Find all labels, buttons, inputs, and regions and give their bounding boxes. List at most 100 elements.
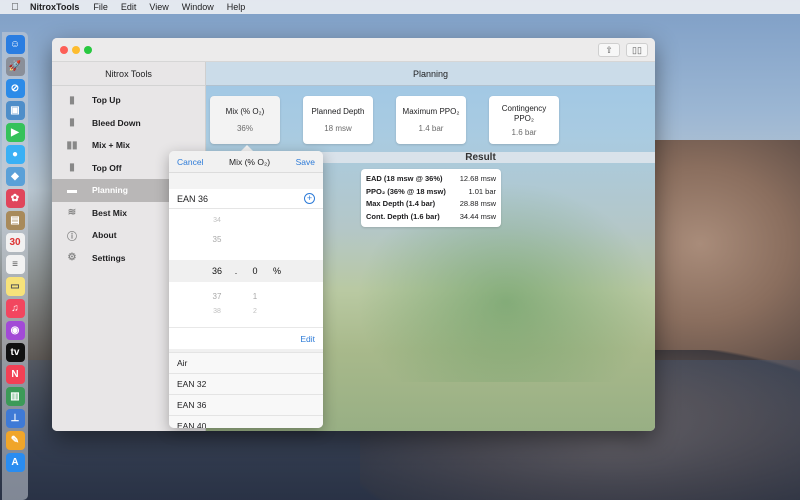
apple-icon[interactable]:  [0, 2, 30, 13]
sidebar-toggle-button[interactable]: ▯▯ [626, 43, 648, 57]
result-key: Max Depth (1.4 bar) [366, 199, 436, 208]
maximum-ppo2-card[interactable]: Maximum PPO₂ 1.4 bar [396, 96, 466, 144]
contingency-ppo2-card[interactable]: Contingency PPO₂ 1.6 bar [489, 96, 559, 144]
card-value: 18 msw [324, 124, 352, 133]
popover-header: Cancel Mix (% O₂) Save [169, 151, 323, 173]
popover-title: Mix (% O₂) [229, 156, 271, 167]
sidebar-item-label: Best Mix [92, 207, 127, 218]
preset-item-ean36[interactable]: EAN 36 [169, 394, 323, 415]
picker-selection [169, 260, 323, 282]
card-value: 1.4 bar [418, 124, 444, 133]
photos-icon[interactable]: ✿ [5, 189, 25, 208]
sidebar-item-label: Planning [92, 185, 128, 196]
planned-depth-card[interactable]: Planned Depth 18 msw [303, 96, 373, 144]
mix-picker[interactable]: 34 35 36 . 0 % 37 1 38 2 [169, 209, 323, 327]
share-button[interactable]: ⇧ [598, 43, 620, 57]
menu-file[interactable]: File [93, 2, 108, 12]
pages-icon[interactable]: ✎ [5, 431, 25, 450]
menu-edit[interactable]: Edit [121, 2, 137, 12]
tv-icon[interactable]: tv [5, 343, 25, 362]
mix-name-field[interactable]: EAN 36 + [169, 189, 323, 209]
mix-card[interactable]: Mix (% O₂) 36% [210, 96, 280, 144]
sidebar-item-top-up[interactable]: ▮ Top Up [52, 89, 205, 112]
tank-icon: ▮ [69, 117, 75, 129]
app-window: ⇧ ▯▯ Nitrox Tools ▮ Top Up ▮ Bleed Down … [52, 38, 655, 431]
sidebar-title: Nitrox Tools [52, 62, 205, 86]
result-key: EAD (18 msw @ 36%) [366, 174, 443, 183]
facetime-icon[interactable]: ▶ [5, 123, 25, 142]
tank-icon: ▮ [69, 94, 75, 106]
card-label: Mix (% O₂) [225, 107, 265, 116]
sidebar-item-label: Top Up [92, 95, 121, 106]
card-label: Planned Depth [311, 107, 365, 116]
finder-icon[interactable]: ☺ [5, 35, 25, 54]
close-window-button[interactable] [60, 46, 68, 54]
podcasts-icon[interactable]: ◉ [5, 321, 25, 340]
result-key: PPO₂ (36% @ 18 msw) [366, 186, 446, 196]
tanks-icon: ▮▮ [66, 139, 78, 151]
result-panel: EAD (18 msw @ 36%) 12.68 msw PPO₂ (36% @… [361, 169, 501, 227]
launchpad-icon[interactable]: 🚀 [5, 57, 25, 76]
menu-app-name[interactable]: NitroxTools [30, 2, 79, 12]
menu-help[interactable]: Help [227, 2, 246, 12]
tank-icon: ▮ [69, 162, 75, 174]
result-value: 34.44 msw [459, 211, 496, 221]
result-key: Cont. Depth (1.6 bar) [366, 211, 440, 221]
mix-popover: Cancel Mix (% O₂) Save EAN 36 + 34 35 36… [169, 151, 323, 428]
notes-icon[interactable]: ▭ [5, 277, 25, 296]
result-value: 1.01 bar [468, 186, 496, 196]
dock: ☺ 🚀 ⊘ ▣ ▶ ● ◆ ✿ ▤ 30 ≡ ▭ ♫ ◉ tv N ▥ ⊥ ✎ … [2, 32, 28, 500]
result-row: PPO₂ (36% @ 18 msw) 1.01 bar [366, 186, 496, 199]
app-store-icon[interactable]: A [5, 453, 25, 472]
preset-item-ean40[interactable]: EAN 40 [169, 415, 323, 428]
result-row: EAD (18 msw @ 36%) 12.68 msw [366, 173, 496, 186]
minimize-window-button[interactable] [72, 46, 80, 54]
mix-name-value: EAN 36 [177, 193, 209, 204]
sidebar-item-label: About [92, 230, 117, 241]
maps-icon[interactable]: ◆ [5, 167, 25, 186]
edit-row: Edit [169, 327, 323, 349]
sidebar-item-label: Settings [92, 252, 126, 263]
gear-icon: ⚙ [67, 252, 77, 264]
contacts-icon[interactable]: ▤ [5, 211, 25, 230]
wifi-icon: ≋ [67, 207, 77, 219]
menu-view[interactable]: View [149, 2, 168, 12]
sidebar-item-bleed-down[interactable]: ▮ Bleed Down [52, 112, 205, 135]
preset-item-air[interactable]: Air [169, 352, 323, 373]
info-icon: ⓘ [67, 231, 77, 243]
card-label: Maximum PPO₂ [402, 107, 460, 116]
keynote-icon[interactable]: ⊥ [5, 409, 25, 428]
result-row: Max Depth (1.4 bar) 28.88 msw [366, 198, 496, 211]
plan-icon: ▬ [67, 184, 77, 196]
share-icon: ⇧ [605, 44, 613, 55]
save-button[interactable]: Save [296, 157, 315, 167]
music-icon[interactable]: ♫ [5, 299, 25, 318]
result-value: 28.88 msw [459, 199, 496, 208]
book-icon: ▯▯ [632, 44, 642, 55]
preview-icon[interactable]: ▣ [5, 101, 25, 120]
result-value: 12.68 msw [459, 174, 496, 183]
news-icon[interactable]: N [5, 365, 25, 384]
page-title: Planning [206, 62, 655, 86]
sidebar-item-label: Bleed Down [92, 117, 141, 128]
sidebar-item-label: Top Off [92, 162, 122, 173]
sidebar-item-label: Mix + Mix [92, 140, 131, 151]
card-value: 1.6 bar [511, 127, 537, 137]
cancel-button[interactable]: Cancel [177, 157, 203, 167]
menu-window[interactable]: Window [182, 2, 214, 12]
numbers-icon[interactable]: ▥ [5, 387, 25, 406]
messages-icon[interactable]: ● [5, 145, 25, 164]
card-label: Contingency PPO₂ [501, 103, 547, 123]
result-row: Cont. Depth (1.6 bar) 34.44 msw [366, 211, 496, 224]
preset-item-ean32[interactable]: EAN 32 [169, 373, 323, 394]
card-value: 36% [236, 124, 253, 133]
title-bar: ⇧ ▯▯ [52, 38, 655, 62]
edit-button[interactable]: Edit [300, 334, 315, 344]
zoom-window-button[interactable] [84, 46, 92, 54]
menu-bar:  NitroxTools File Edit View Window Help [0, 0, 800, 14]
result-header: Result [306, 152, 655, 163]
calendar-icon[interactable]: 30 [5, 233, 25, 252]
reminders-icon[interactable]: ≡ [5, 255, 25, 274]
safari-icon[interactable]: ⊘ [5, 79, 25, 98]
add-preset-icon[interactable]: + [304, 193, 315, 204]
